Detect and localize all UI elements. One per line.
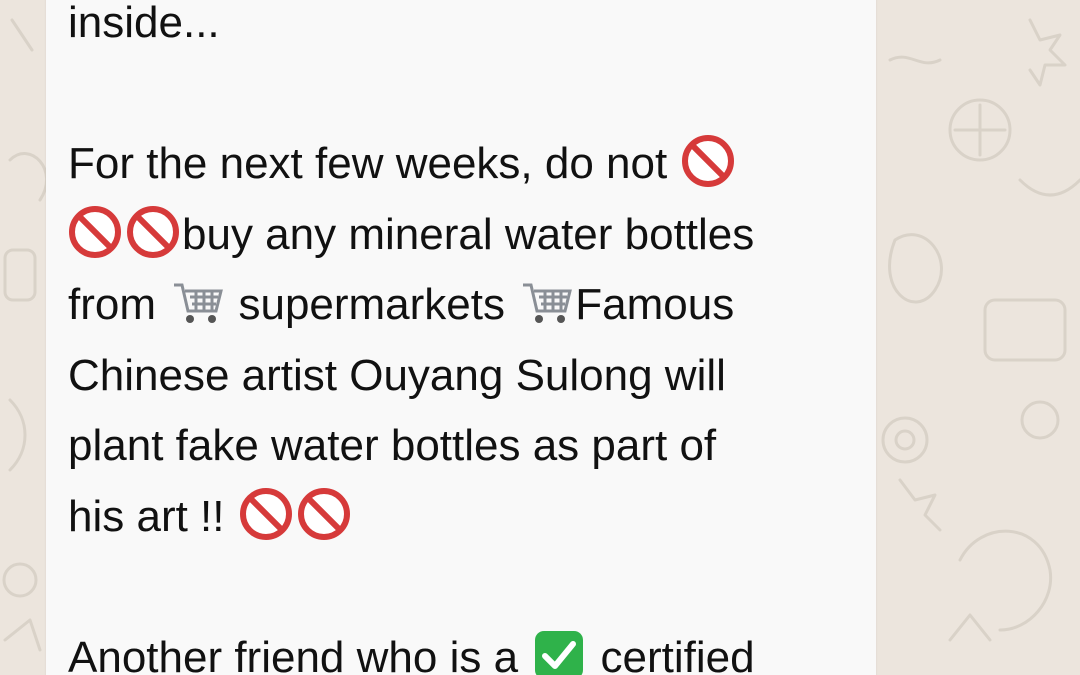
message-text-fragment: from xyxy=(68,280,156,329)
message-line: buy any mineral water bottles xyxy=(68,200,858,271)
message-text-fragment: his art !! xyxy=(68,491,225,541)
message-text-fragment: buy any mineral water bottles xyxy=(182,209,755,259)
prohibited-icon xyxy=(126,205,180,259)
prohibited-icon xyxy=(681,134,735,188)
message-line: plant fake water bottles as part of xyxy=(68,421,717,470)
shopping-cart-icon xyxy=(170,275,224,329)
message-text-fragment: supermarkets xyxy=(238,280,506,329)
message-line: Another friend who is a certified xyxy=(68,623,858,675)
message-line: from supermarkets Famous xyxy=(68,270,858,341)
prohibited-icon xyxy=(239,487,293,541)
check-mark-button-icon xyxy=(532,628,586,675)
message-line: For the next few weeks, do not xyxy=(68,129,858,200)
message-text-fragment: Famous xyxy=(575,280,735,329)
message-line: Chinese artist Ouyang Sulong will xyxy=(68,350,726,400)
prohibited-icon xyxy=(297,487,351,541)
message-text-fragment: For the next few weeks, do not xyxy=(68,139,668,188)
prohibited-icon xyxy=(68,205,122,259)
message-line-inside: inside... xyxy=(68,0,220,47)
message-text-fragment: Another friend who is a xyxy=(68,632,519,675)
message-line: his art !! xyxy=(68,482,858,553)
shopping-cart-icon xyxy=(519,275,573,329)
message-text[interactable]: For the next few weeks, do not buy any m… xyxy=(68,129,858,675)
message-text-fragment: certified xyxy=(600,632,755,675)
